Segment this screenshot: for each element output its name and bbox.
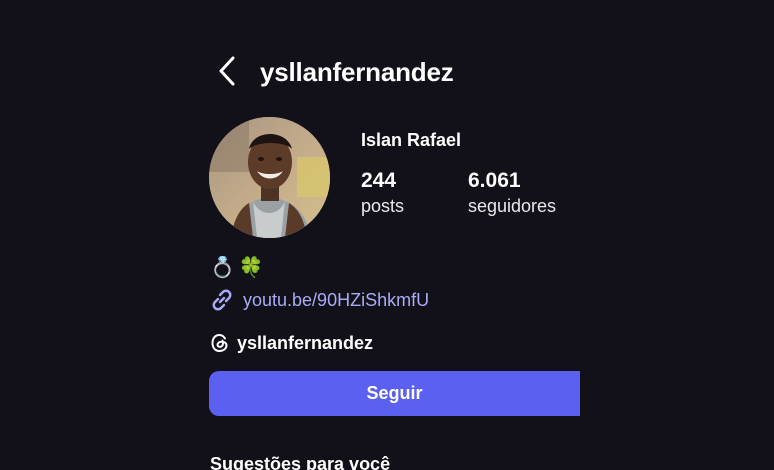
ring-emoji: 💍: [210, 257, 235, 279]
back-button[interactable]: [212, 54, 242, 88]
followers-stat[interactable]: 6.061 seguidores: [468, 168, 556, 218]
profile-display-name: Islan Rafael: [361, 130, 462, 150]
page-title: ysllanfernandez: [260, 57, 454, 87]
follow-button[interactable]: Seguir: [209, 371, 580, 416]
follow-button-label: Seguir: [366, 383, 423, 403]
bio-emojis: 💍 🍀: [210, 255, 264, 281]
profile-page: ysllanfernandez Islan Rafael 244 posts 6…: [0, 0, 774, 470]
profile-photo: [209, 117, 330, 238]
chevron-left-icon: [219, 56, 235, 86]
clover-emoji: 🍀: [238, 257, 264, 279]
posts-count: 244: [361, 169, 397, 192]
bio-link[interactable]: youtu.be/90HZiShkmfU: [209, 287, 429, 313]
bio-link-text: youtu.be/90HZiShkmfU: [243, 290, 430, 310]
threads-icon: [211, 333, 228, 353]
posts-label: posts: [361, 196, 405, 216]
suggestions-heading: Sugestões para você: [210, 454, 391, 470]
followers-count: 6.061: [468, 169, 521, 192]
link-icon: [212, 289, 232, 311]
posts-stat[interactable]: 244 posts: [361, 168, 404, 218]
followers-label: seguidores: [468, 196, 557, 216]
avatar[interactable]: [209, 117, 330, 238]
threads-handle: ysllanfernandez: [237, 333, 374, 353]
threads-badge[interactable]: ysllanfernandez: [209, 330, 373, 356]
